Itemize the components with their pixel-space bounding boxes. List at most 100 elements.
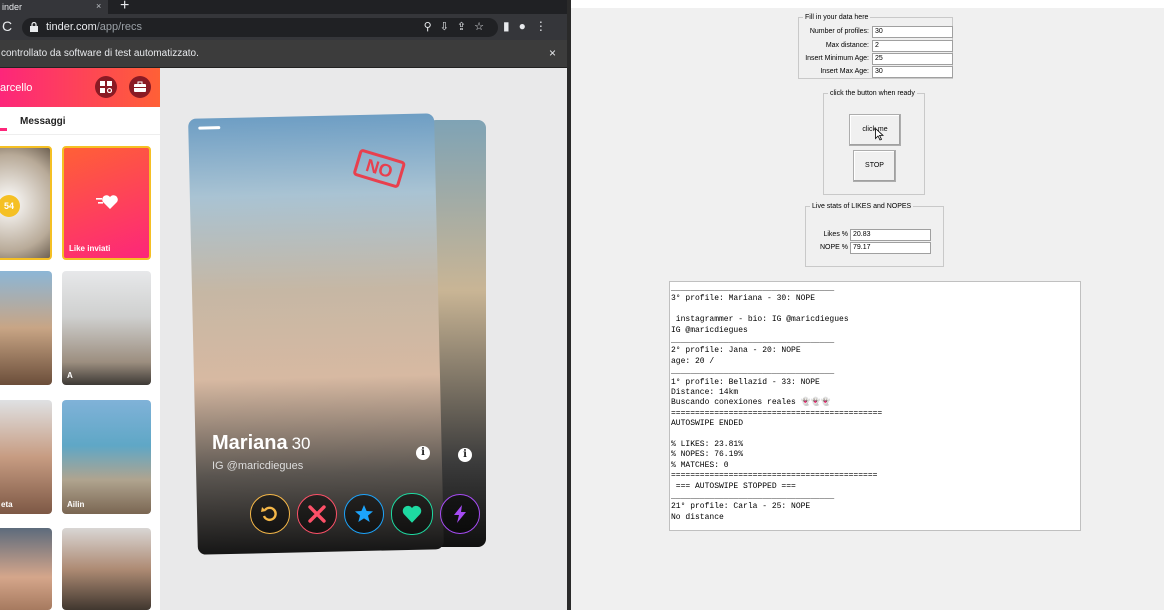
stop-button[interactable]: STOP xyxy=(853,150,896,182)
menu-kebab-icon[interactable]: ⋮ xyxy=(535,19,547,33)
browser-window: inder × + C tinder.com/app/recs ⚲⇩⇪☆ ▮ ● ⋮… xyxy=(0,0,567,610)
explore-button[interactable] xyxy=(95,76,117,98)
url-text: tinder.com/app/recs xyxy=(46,21,142,33)
url-host: tinder.com xyxy=(46,21,97,33)
heart-sent-icon xyxy=(96,195,118,209)
max-age-label: Insert Max Age: xyxy=(820,68,869,75)
rewind-icon xyxy=(261,506,277,522)
toolbar-actions: ▮ ● ⋮ xyxy=(503,19,556,33)
user-name[interactable]: arcello xyxy=(0,82,32,94)
log-line: __________________________________ xyxy=(671,492,835,501)
match-tile[interactable]: eta xyxy=(0,400,52,514)
match-tile[interactable] xyxy=(0,528,52,610)
profile-card[interactable]: NO xyxy=(188,113,444,555)
next-profile-info-icon[interactable]: i xyxy=(458,448,472,462)
like-button[interactable] xyxy=(391,493,433,535)
boost-button[interactable] xyxy=(440,494,480,534)
tinder-tabs: Messaggi xyxy=(0,107,160,135)
max-distance-input[interactable]: 2 xyxy=(872,40,953,52)
max-age-input[interactable]: 30 xyxy=(872,66,953,78)
reload-icon[interactable]: C xyxy=(2,18,12,34)
likes-sent-label: Like inviati xyxy=(69,244,111,253)
data-form-legend: Fill in your data here xyxy=(805,14,869,21)
match-tile-name: eta xyxy=(1,500,13,509)
log-line: __________________________________ xyxy=(671,336,835,345)
autoswipe-app-window: Fill in your data here Number of profile… xyxy=(571,0,1164,610)
profile-info-icon[interactable]: i xyxy=(416,446,430,460)
match-tile-name: Ailin xyxy=(67,500,85,509)
omnibox-icons: ⚲⇩⇪☆ xyxy=(424,20,492,33)
profiles-count-label: Number of profiles: xyxy=(809,28,869,35)
profile-bio: IG @maricdiegues xyxy=(212,460,304,472)
mouse-cursor-icon xyxy=(875,128,884,141)
share-icon[interactable]: ⇪ xyxy=(457,21,474,33)
log-line: age: 20 / xyxy=(671,356,715,366)
log-line: 1° profile: Bellazid - 33: NOPE xyxy=(671,377,820,387)
tab-messages[interactable]: Messaggi xyxy=(20,116,66,127)
likes-sent-tile[interactable]: Like inviati xyxy=(62,146,151,260)
log-line: IG @maricdiegues xyxy=(671,325,748,335)
install-icon[interactable]: ⇩ xyxy=(440,21,457,33)
likes-percent-label: Likes % xyxy=(823,231,848,238)
tab-strip: inder × + xyxy=(0,0,567,14)
log-line: 2° profile: Jana - 20: NOPE xyxy=(671,346,801,356)
photo-indicator xyxy=(198,126,221,130)
tab-title: inder xyxy=(2,2,23,12)
lock-icon xyxy=(30,22,38,32)
controls-legend: click the button when ready xyxy=(830,90,915,97)
min-age-label: Insert Minimum Age: xyxy=(805,55,869,62)
browser-toolbar: C tinder.com/app/recs ⚲⇩⇪☆ ▮ ● ⋮ xyxy=(0,14,567,40)
min-age-input[interactable]: 25 xyxy=(872,53,953,65)
heart-icon xyxy=(402,505,422,523)
profile-name: Mariana xyxy=(212,432,288,454)
location-icon[interactable]: ⚲ xyxy=(424,21,440,33)
tab-matches-indicator[interactable] xyxy=(0,128,7,131)
work-button[interactable] xyxy=(129,76,151,98)
log-textbox[interactable]: __________________________________ 3° pro… xyxy=(669,281,1081,531)
matches-grid: 54 Like inviati A eta Ailin xyxy=(0,135,160,610)
log-line: Buscando conexiones reales 👻👻👻 xyxy=(671,398,831,408)
nope-button[interactable] xyxy=(297,494,337,534)
match-tile[interactable] xyxy=(0,271,52,385)
lightning-icon xyxy=(454,505,466,523)
new-tab-icon[interactable]: + xyxy=(120,0,129,15)
log-line: === AUTOSWIPE STOPPED === xyxy=(671,481,796,491)
log-line: 21° profile: Carla - 25: NOPE xyxy=(671,502,811,512)
log-line: instagrammer - bio: IG @maricdiegues xyxy=(671,315,849,325)
profiles-count-input[interactable]: 30 xyxy=(872,26,953,38)
profile-age: 30 xyxy=(291,434,311,453)
profile-name-line: Mariana 30 xyxy=(212,432,311,455)
log-line: ========================================… xyxy=(671,408,883,418)
infobar-text: controllato da software di test automati… xyxy=(1,48,199,59)
address-bar[interactable]: tinder.com/app/recs ⚲⇩⇪☆ xyxy=(22,18,498,37)
nopes-percent-label: NOPE % xyxy=(819,244,848,251)
browser-tab[interactable]: inder × xyxy=(0,0,108,14)
super-like-button[interactable] xyxy=(344,494,384,534)
close-icon xyxy=(308,505,326,523)
rewind-button[interactable] xyxy=(250,494,290,534)
tab-close-icon[interactable]: × xyxy=(96,1,101,11)
briefcase-icon xyxy=(134,81,146,92)
infobar-close-icon[interactable]: × xyxy=(549,46,556,60)
log-line: No distance xyxy=(671,512,724,522)
match-tile[interactable]: Ailin xyxy=(62,400,151,514)
log-line: __________________________________ xyxy=(671,367,835,377)
nopes-percent-field: 79.17 xyxy=(850,242,931,254)
tinder-header: arcello xyxy=(0,68,160,107)
likes-you-tile[interactable]: 54 xyxy=(0,146,52,260)
match-tile[interactable] xyxy=(62,528,151,610)
max-distance-label: Max distance: xyxy=(825,42,869,49)
match-tile[interactable]: A xyxy=(62,271,151,385)
profile-icon[interactable]: ● xyxy=(519,19,526,33)
stats-legend: Live stats of LIKES and NOPES xyxy=(812,203,912,210)
automation-infobar: controllato da software di test automati… xyxy=(0,40,567,68)
log-line: 3° profile: Mariana - 30: NOPE xyxy=(671,294,816,304)
log-line: % MATCHES: 0 xyxy=(671,460,729,470)
explore-icon xyxy=(100,81,112,93)
log-line: % NOPES: 76.19% xyxy=(671,450,744,460)
log-line: ========================================… xyxy=(671,471,878,481)
star-icon xyxy=(355,505,373,522)
bookmark-star-icon[interactable]: ☆ xyxy=(474,21,492,33)
likes-percent-field: 20.83 xyxy=(850,229,931,241)
side-panel-icon[interactable]: ▮ xyxy=(503,19,510,33)
